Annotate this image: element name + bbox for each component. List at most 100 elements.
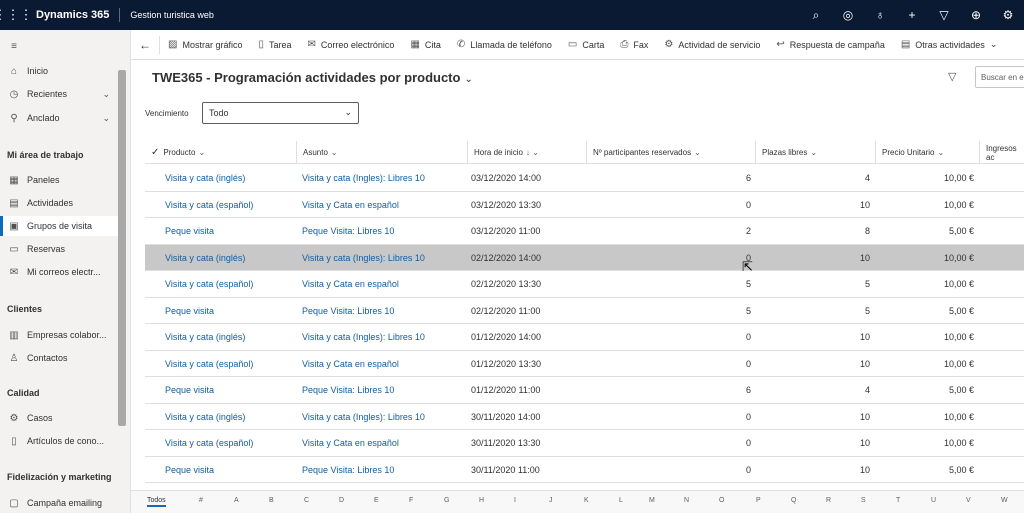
table-row[interactable]: Peque visita Peque Visita: Libres 10 02/12… (145, 298, 1024, 324)
alpha-filter-letter[interactable]: B (269, 497, 274, 504)
alpha-filter-todos[interactable]: Todos (147, 497, 166, 507)
cell-producto[interactable]: Peque visita (165, 218, 295, 244)
cmd-respuesta-campana[interactable]: ↩ Respuesta de campaña (768, 30, 892, 59)
table-row[interactable]: Visita y cata (inglés) Visita y cata (Ing… (145, 404, 1024, 430)
alpha-filter-letter[interactable]: A (234, 497, 239, 504)
sidebar-item-reservas[interactable]: ▭ Reservas (0, 239, 118, 259)
vencimiento-select[interactable]: Todo ⌄ (202, 102, 359, 124)
sidebar-scrollbar[interactable] (118, 70, 126, 426)
table-row[interactable]: Visita y cata (inglés) Visita y cata (Ing… (145, 244, 1024, 271)
search-icon[interactable]: ⌕ (800, 8, 832, 23)
table-row[interactable]: Visita y cata (inglés) Visita y cata (Ing… (145, 165, 1024, 192)
cmd-mostrar-grafico[interactable]: ▨ Mostrar gráfico (160, 30, 250, 59)
alpha-filter-letter[interactable]: S (861, 497, 866, 504)
back-button[interactable]: ← (131, 35, 160, 54)
chevron-down-icon[interactable]: ⌄ (102, 113, 110, 124)
cell-asunto[interactable]: Peque Visita: Libres 10 (302, 457, 462, 483)
select-all-checkbox[interactable]: ✓ (151, 147, 159, 158)
cmd-fax[interactable]: ⎙ Fax (612, 30, 656, 59)
cell-producto[interactable]: Peque visita (165, 457, 295, 483)
table-row[interactable]: Visita y cata (español) Visita y Cata en … (145, 271, 1024, 298)
app-launcher-icon[interactable]: ⋮⋮⋮ (0, 0, 33, 30)
column-header-producto[interactable]: ✓ Producto ⌄ (145, 141, 296, 164)
cmd-otras-actividades[interactable]: ▤ Otras actividades ⌄ (893, 30, 1006, 59)
view-selector[interactable]: TWE365 - Programación actividades por pr… (152, 70, 473, 85)
alpha-filter-letter[interactable]: W (1001, 497, 1008, 504)
column-header-participantes[interactable]: Nº participantes reservados ⌄ (586, 141, 755, 164)
cell-producto[interactable]: Peque visita (165, 298, 295, 324)
cell-asunto[interactable]: Peque Visita: Libres 10 (302, 218, 462, 244)
cell-producto[interactable]: Visita y cata (español) (165, 192, 295, 218)
sidebar-item-actividades[interactable]: ▤ Actividades (0, 193, 118, 213)
table-row[interactable]: Visita y cata (español) Visita y Cata en … (145, 192, 1024, 218)
alpha-filter-letter[interactable]: F (409, 497, 413, 504)
cell-asunto[interactable]: Visita y Cata en español (302, 430, 462, 456)
cmd-carta[interactable]: ▭ Carta (560, 30, 612, 59)
sidebar-item-correos[interactable]: ✉ Mi correos electr... (0, 262, 118, 282)
menu-icon[interactable]: ≡ (7, 41, 21, 52)
plus-icon[interactable]: + (896, 8, 928, 22)
cell-asunto[interactable]: Peque Visita: Libres 10 (302, 298, 462, 324)
lightbulb-icon[interactable]: ♁ (864, 8, 896, 22)
cell-producto[interactable]: Visita y cata (español) (165, 351, 295, 377)
cell-asunto[interactable]: Visita y Cata en español (302, 351, 462, 377)
brand-title[interactable]: Dynamics 365 (26, 8, 121, 22)
sidebar-item-grupos-de-visita[interactable]: ▣ Grupos de visita (0, 216, 118, 236)
cmd-correo[interactable]: ✉ Correo electrónico (300, 30, 403, 59)
cmd-actividad-servicio[interactable]: ⚙ Actividad de servicio (656, 30, 768, 59)
table-row[interactable]: Visita y cata (español) Visita y Cata en … (145, 430, 1024, 457)
alpha-filter-letter[interactable]: K (584, 497, 589, 504)
alpha-filter-letter[interactable]: V (966, 497, 971, 504)
cell-asunto[interactable]: Visita y Cata en español (302, 271, 462, 297)
alpha-filter-letter[interactable]: E (374, 497, 379, 504)
table-row[interactable]: Visita y cata (inglés) Visita y cata (Ing… (145, 324, 1024, 351)
sidebar-item-casos[interactable]: ⚙ Casos (0, 408, 118, 428)
sidebar-item-anclado[interactable]: ⚲ Anclado ⌄ (0, 108, 118, 128)
cell-producto[interactable]: Visita y cata (inglés) (165, 165, 295, 191)
alpha-filter-letter[interactable]: Q (791, 497, 796, 504)
table-row[interactable]: Visita y cata (español) Visita y Cata en … (145, 351, 1024, 377)
sidebar-item-empresas[interactable]: ▥ Empresas colabor... (0, 325, 118, 345)
alpha-filter-letter[interactable]: R (826, 497, 831, 504)
column-header-hora[interactable]: Hora de inicio ↓ ⌄ (467, 141, 586, 164)
cell-asunto[interactable]: Peque Visita: Libres 10 (302, 377, 462, 403)
cell-producto[interactable]: Peque visita (165, 377, 295, 403)
hamburger-menu[interactable]: ≡ (0, 36, 118, 56)
alpha-filter-letter[interactable]: O (719, 497, 724, 504)
sidebar-item-inicio[interactable]: ⌂ Inicio (0, 61, 118, 81)
cell-asunto[interactable]: Visita y cata (Ingles): Libres 10 (302, 404, 462, 430)
table-row[interactable]: Peque visita Peque Visita: Libres 10 30/11… (145, 457, 1024, 483)
filter-icon[interactable]: ▽ (948, 70, 956, 83)
alpha-filter-letter[interactable]: H (479, 497, 484, 504)
help-icon[interactable]: ⊕ (960, 8, 992, 22)
column-header-ingresos[interactable]: Ingresos ac (979, 141, 1024, 164)
cmd-llamada[interactable]: ✆ Llamada de teléfono (449, 30, 560, 59)
cell-asunto[interactable]: Visita y Cata en español (302, 192, 462, 218)
cell-producto[interactable]: Visita y cata (inglés) (165, 245, 295, 271)
table-row[interactable]: Peque visita Peque Visita: Libres 10 03/12… (145, 218, 1024, 245)
cell-producto[interactable]: Visita y cata (inglés) (165, 324, 295, 350)
sidebar-item-contactos[interactable]: ♙ Contactos (0, 348, 118, 368)
sidebar-item-paneles[interactable]: ▦ Paneles (0, 170, 118, 190)
sidebar-item-articulos[interactable]: ▯ Artículos de cono... (0, 431, 118, 451)
column-header-plazas[interactable]: Plazas libres ⌄ (755, 141, 875, 164)
alpha-filter-letter[interactable]: M (649, 497, 655, 504)
chevron-down-icon[interactable]: ⌄ (102, 89, 110, 100)
search-input[interactable]: Buscar en e (975, 66, 1024, 88)
sidebar-item-campana[interactable]: ▢ Campaña emailing (0, 493, 118, 513)
alpha-filter-letter[interactable]: # (199, 497, 203, 504)
cell-producto[interactable]: Visita y cata (español) (165, 430, 295, 456)
cell-asunto[interactable]: Visita y cata (Ingles): Libres 10 (302, 165, 462, 191)
cmd-tarea[interactable]: ▯ Tarea (250, 30, 299, 59)
target-icon[interactable]: ◎ (832, 8, 864, 22)
alpha-filter-letter[interactable]: N (684, 497, 689, 504)
alpha-filter-letter[interactable]: I (514, 497, 516, 504)
cell-asunto[interactable]: Visita y cata (Ingles): Libres 10 (302, 245, 462, 271)
filter-icon[interactable]: ▽ (928, 8, 960, 22)
table-row[interactable]: Peque visita Peque Visita: Libres 10 01/12… (145, 377, 1024, 404)
cell-producto[interactable]: Visita y cata (español) (165, 271, 295, 297)
cmd-cita[interactable]: ▦ Cita (402, 30, 448, 59)
cell-asunto[interactable]: Visita y cata (Ingles): Libres 10 (302, 324, 462, 350)
alpha-filter-letter[interactable]: U (931, 497, 936, 504)
alpha-filter-letter[interactable]: T (896, 497, 900, 504)
